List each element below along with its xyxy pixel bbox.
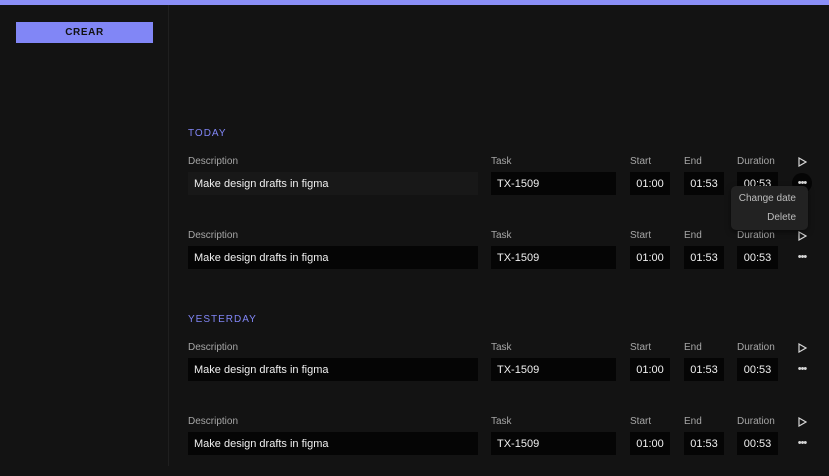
start-label: Start — [630, 230, 652, 241]
start-field[interactable]: 01:00 — [630, 246, 670, 269]
description-field[interactable]: Make design drafts in figma — [188, 432, 478, 455]
end-field[interactable]: 01:53 — [684, 358, 724, 381]
task-label: Task — [491, 230, 512, 241]
task-label: Task — [491, 156, 512, 167]
description-field[interactable]: Make design drafts in figma — [188, 172, 478, 195]
duration-label: Duration — [737, 342, 775, 353]
play-icon — [798, 157, 807, 167]
description-label: Description — [188, 416, 239, 427]
play-icon — [798, 343, 807, 353]
menu-item-delete[interactable]: Delete — [767, 212, 796, 223]
task-label: Task — [491, 342, 512, 353]
more-button[interactable]: ••• — [792, 359, 812, 379]
duration-label: Duration — [737, 156, 775, 167]
description-label: Description — [188, 230, 239, 241]
start-label: Start — [630, 156, 652, 167]
time-entry-row: Description Task Start End Duration Make… — [0, 156, 829, 216]
description-label: Description — [188, 342, 239, 353]
play-button[interactable] — [796, 416, 808, 428]
more-horizontal-icon: ••• — [797, 251, 808, 263]
time-entry-row: Description Task Start End Duration Make… — [0, 342, 829, 402]
description-label: Description — [188, 156, 239, 167]
duration-field[interactable]: 00:53 — [737, 358, 778, 381]
context-menu: Change date Delete — [731, 186, 808, 230]
start-field[interactable]: 01:00 — [630, 358, 670, 381]
start-field[interactable]: 01:00 — [630, 172, 670, 195]
task-field[interactable]: TX-1509 — [491, 172, 616, 195]
play-button[interactable] — [796, 342, 808, 354]
task-field[interactable]: TX-1509 — [491, 432, 616, 455]
time-entry-row: Description Task Start End Duration Make… — [0, 230, 829, 290]
duration-label: Duration — [737, 230, 775, 241]
description-field[interactable]: Make design drafts in figma — [188, 358, 478, 381]
duration-field[interactable]: 00:53 — [737, 246, 778, 269]
duration-label: Duration — [737, 416, 775, 427]
section-title-today: TODAY — [188, 128, 227, 139]
task-field[interactable]: TX-1509 — [491, 358, 616, 381]
end-label: End — [684, 156, 702, 167]
more-button[interactable]: ••• — [792, 247, 812, 267]
section-title-yesterday: YESTERDAY — [188, 314, 257, 325]
end-field[interactable]: 01:53 — [684, 172, 724, 195]
more-button[interactable]: ••• — [792, 433, 812, 453]
time-entry-row: Description Task Start End Duration Make… — [0, 416, 829, 476]
play-icon — [798, 231, 807, 241]
menu-item-change-date[interactable]: Change date — [739, 193, 796, 204]
duration-field[interactable]: 00:53 — [737, 432, 778, 455]
task-field[interactable]: TX-1509 — [491, 246, 616, 269]
start-label: Start — [630, 342, 652, 353]
end-label: End — [684, 230, 702, 241]
task-label: Task — [491, 416, 512, 427]
more-horizontal-icon: ••• — [797, 363, 808, 375]
end-field[interactable]: 01:53 — [684, 246, 724, 269]
start-label: Start — [630, 416, 652, 427]
more-horizontal-icon: ••• — [797, 437, 808, 449]
play-icon — [798, 417, 807, 427]
play-button[interactable] — [796, 156, 808, 168]
end-label: End — [684, 342, 702, 353]
end-field[interactable]: 01:53 — [684, 432, 724, 455]
create-button[interactable]: CREAR — [16, 22, 153, 43]
start-field[interactable]: 01:00 — [630, 432, 670, 455]
end-label: End — [684, 416, 702, 427]
description-field[interactable]: Make design drafts in figma — [188, 246, 478, 269]
play-button[interactable] — [796, 230, 808, 242]
